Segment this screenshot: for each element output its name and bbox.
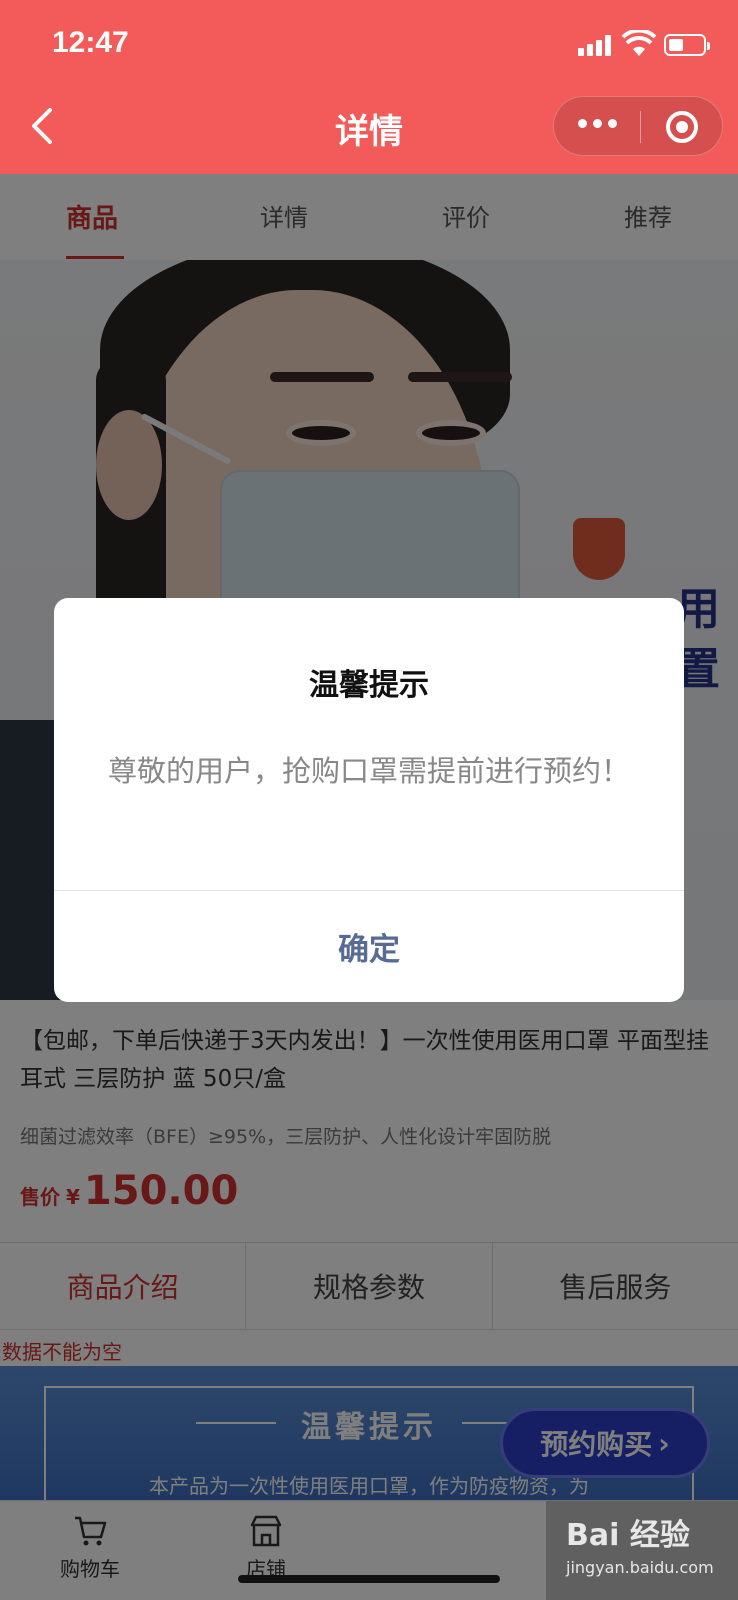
capsule-divider [640,111,641,143]
home-indicator[interactable] [238,1575,500,1583]
mini-program-capsule [553,96,723,156]
notice-dialog: 温馨提示 尊敬的用户，抢购口罩需提前进行预约！ 确定 [54,598,684,1002]
confirm-button[interactable]: 确定 [54,891,684,1002]
more-icon[interactable] [578,119,617,128]
battery-icon [664,34,710,56]
status-time: 12:47 [52,26,129,59]
close-miniprogram-icon[interactable] [666,111,698,143]
dialog-message: 尊敬的用户，抢购口罩需提前进行预约！ [107,754,630,788]
watermark-logo: Bai 经验 [566,1518,690,1553]
wifi-icon [622,30,656,56]
signal-icon [578,34,616,56]
top-bar: 12:47 详情 [0,0,738,174]
watermark-url: jingyan.baidu.com [566,1558,714,1577]
dialog-title: 温馨提示 [309,668,429,703]
